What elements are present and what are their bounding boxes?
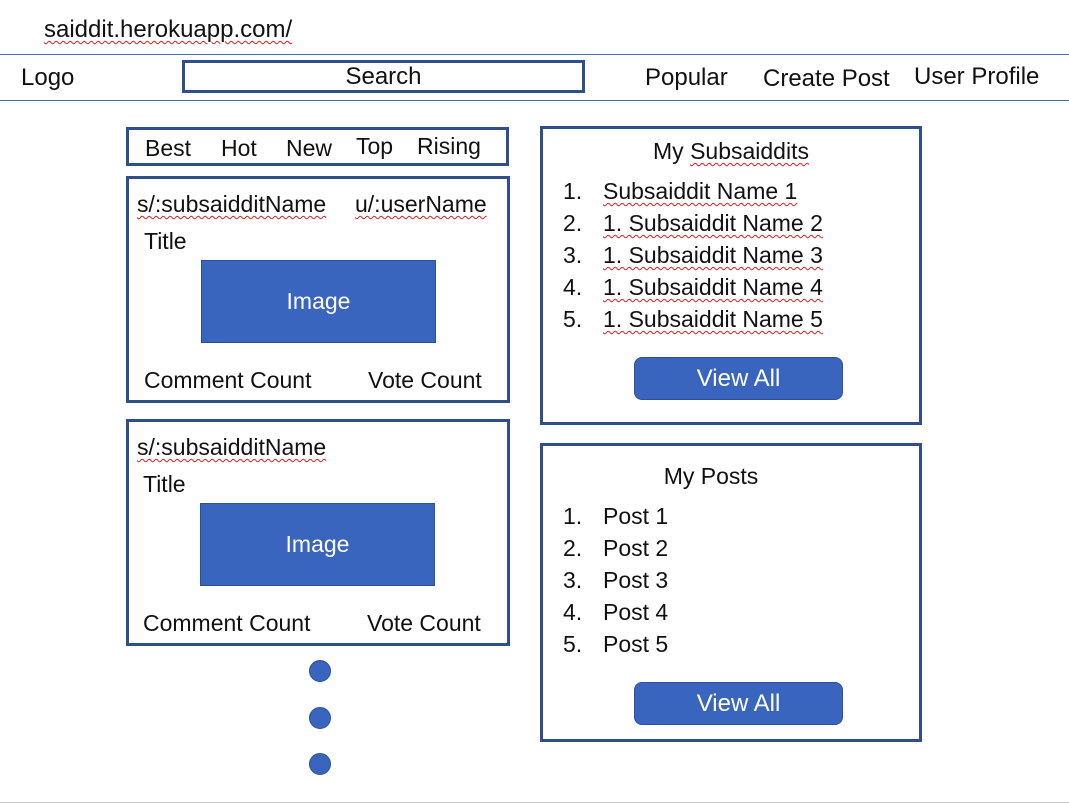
nav-user-profile-link[interactable]: User Profile (914, 63, 1039, 91)
logo[interactable]: Logo (21, 64, 74, 92)
tab-best[interactable]: Best (145, 135, 191, 162)
footer-divider (0, 802, 1069, 803)
view-all-posts-button[interactable]: View All (634, 682, 843, 725)
tab-top[interactable]: Top (356, 133, 393, 160)
sort-tabs: Best Hot New Top Rising (126, 127, 509, 166)
panel-title: My Posts (663, 463, 759, 489)
tab-new[interactable]: New (286, 135, 332, 162)
comment-count[interactable]: Comment Count (143, 610, 310, 637)
post-card[interactable]: s/:subsaidditName Title Image Comment Co… (126, 419, 510, 646)
address-bar-url[interactable]: saiddit.herokuapp.com/ (44, 16, 292, 44)
list-item[interactable]: 3. 1. Subsaiddit Name 3 (563, 239, 823, 271)
header-divider (0, 54, 1069, 55)
nav-divider (0, 100, 1069, 101)
subsaiddit-list: 1. Subsaiddit Name 1 2. 1. Subsaiddit Name… (563, 175, 823, 335)
panel-title: My Subsaiddits (653, 138, 809, 164)
list-item[interactable]: 5. 1. Subsaiddit Name 5 (563, 303, 823, 335)
loading-dot (309, 660, 331, 682)
list-item[interactable]: 1. Subsaiddit Name 1 (563, 175, 823, 207)
list-item[interactable]: 3. Post 3 (563, 564, 668, 596)
vote-count[interactable]: Vote Count (368, 367, 482, 394)
list-item[interactable]: 5. Post 5 (563, 628, 668, 660)
page: saiddit.herokuapp.com/ Logo Search Popul… (0, 0, 1069, 804)
post-title[interactable]: Title (143, 471, 186, 498)
list-item[interactable]: 2. Post 2 (563, 532, 668, 564)
list-item[interactable]: 2. 1. Subsaiddit Name 2 (563, 207, 823, 239)
posts-list: 1. Post 1 2. Post 2 3. Post 3 4. Post 4 5. Po… (563, 500, 668, 660)
view-all-subsaiddits-button[interactable]: View All (634, 357, 843, 400)
panel-title-text: Subsaiddits (690, 138, 809, 164)
my-posts-panel: My Posts 1. Post 1 2. Post 2 3. Post 3 4. Po… (540, 443, 922, 742)
post-image[interactable]: Image (200, 503, 435, 586)
nav-create-post-link[interactable]: Create Post (763, 65, 890, 93)
comment-count[interactable]: Comment Count (144, 367, 311, 394)
search-input[interactable]: Search (182, 60, 585, 93)
loading-dot (309, 753, 331, 775)
list-item[interactable]: 4. Post 4 (563, 596, 668, 628)
post-card[interactable]: s/:subsaidditName u/:userName Title Imag… (126, 176, 510, 403)
vote-count[interactable]: Vote Count (367, 610, 481, 637)
post-title[interactable]: Title (144, 228, 187, 255)
url-text: saiddit.herokuapp.com/ (44, 16, 293, 43)
post-user-link[interactable]: u/:userName (355, 191, 487, 218)
post-subsaiddit-link[interactable]: s/:subsaidditName (137, 191, 326, 218)
post-subsaiddit-link[interactable]: s/:subsaidditName (137, 434, 326, 461)
tab-rising[interactable]: Rising (417, 133, 481, 160)
my-subsaiddits-panel: My Subsaiddits 1. Subsaiddit Name 1 2. 1. … (540, 126, 922, 425)
post-image[interactable]: Image (201, 260, 436, 343)
loading-dot (309, 707, 331, 729)
list-item[interactable]: 1. Post 1 (563, 500, 668, 532)
list-item[interactable]: 4. 1. Subsaiddit Name 4 (563, 271, 823, 303)
tab-hot[interactable]: Hot (221, 135, 257, 162)
nav-popular-link[interactable]: Popular (645, 64, 728, 92)
